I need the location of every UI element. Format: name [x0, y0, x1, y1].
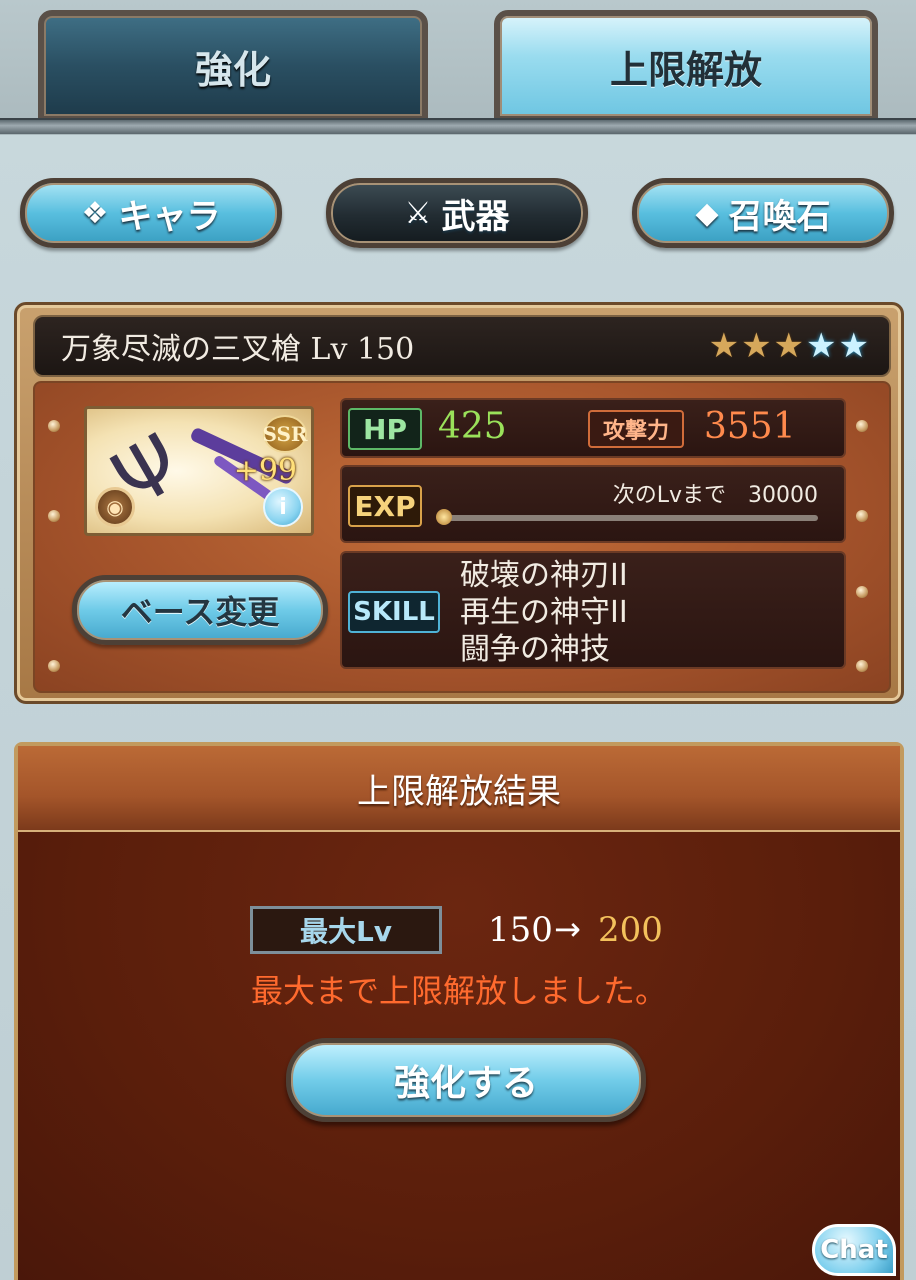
star-icon: ★	[741, 326, 772, 366]
crystal-icon: ◆	[695, 195, 719, 231]
result-panel: 上限解放結果 最大Lv 150 → 200 最大まで上限解放しました。 強化する…	[14, 742, 904, 1280]
enhance-button[interactable]: 強化する	[286, 1038, 646, 1122]
category-summon-button[interactable]: ◆ 召喚石	[632, 178, 894, 248]
weapon-name: 万象尽滅の三叉槍 Lv 150	[61, 332, 415, 367]
crossed-swords-icon: ⚔	[404, 195, 432, 231]
star-icon: ★	[838, 326, 869, 366]
lv-from: 150	[488, 910, 553, 950]
skill-name[interactable]: 再生の神守II	[460, 594, 628, 631]
plus-bonus: +99	[233, 453, 297, 488]
tab-enhance[interactable]: 強化	[38, 10, 428, 122]
category-chara-button[interactable]: ❖ キャラ	[20, 178, 282, 248]
lv-to: 200	[598, 910, 663, 950]
exp-bar-marker	[436, 509, 452, 525]
exp-row: EXP 次のLvまで 30000	[340, 465, 846, 543]
exp-tag: EXP	[348, 485, 422, 527]
hp-tag: HP	[348, 408, 422, 450]
atk-value: 3551	[704, 406, 796, 447]
rivet-decoration	[48, 660, 60, 672]
rivet-decoration	[856, 510, 868, 522]
atk-tag: 攻撃力	[588, 410, 684, 448]
chat-button[interactable]: Chat	[812, 1224, 896, 1276]
element-icon: ◉	[95, 487, 135, 527]
result-message: 最大まで上限解放しました。	[250, 972, 667, 1010]
next-lv-text: 次のLvまで 30000	[612, 483, 818, 508]
tab-bar-divider	[0, 118, 916, 134]
arrow-icon: →	[554, 910, 581, 948]
ssr-badge: SSR	[262, 415, 308, 453]
star-icon: ★	[806, 326, 837, 366]
skill-name[interactable]: 闘争の神技	[460, 631, 628, 668]
rivet-decoration	[856, 586, 868, 598]
category-weapon-label: 武器	[441, 196, 510, 237]
skill-tag: SKILL	[348, 591, 440, 633]
weapon-thumbnail[interactable]: Ψ SSR +99 ◉ i	[84, 406, 314, 536]
rivet-decoration	[856, 660, 868, 672]
star-icon: ★	[708, 326, 740, 366]
star-icon: ★	[773, 326, 805, 366]
result-title: 上限解放結果	[357, 771, 561, 812]
category-chara-label: キャラ	[118, 196, 221, 237]
hp-value: 425	[438, 406, 507, 447]
skill-list: 破壊の神刃II 再生の神守II 闘争の神技	[460, 557, 628, 668]
skill-row: SKILL 破壊の神刃II 再生の神守II 闘争の神技	[340, 551, 846, 669]
rivet-decoration	[48, 420, 60, 432]
result-header: 上限解放結果	[18, 746, 900, 832]
hp-atk-row: HP 425 攻撃力 3551	[340, 398, 846, 458]
category-summon-label: 召喚石	[728, 196, 831, 237]
weapon-name-bar: 万象尽滅の三叉槍 Lv 150 ★ ★ ★ ★ ★	[33, 315, 891, 377]
rivet-decoration	[48, 510, 60, 522]
info-icon[interactable]: i	[263, 487, 303, 527]
exp-bar	[440, 515, 818, 521]
max-lv-tag: 最大Lv	[250, 906, 442, 954]
base-change-button[interactable]: ベース変更	[72, 575, 328, 645]
wings-icon: ❖	[81, 195, 109, 231]
rivet-decoration	[856, 420, 868, 432]
uncap-stars: ★ ★ ★ ★ ★	[709, 329, 869, 363]
tab-limit-break[interactable]: 上限解放	[494, 10, 878, 122]
category-weapon-button[interactable]: ⚔ 武器	[326, 178, 588, 248]
skill-name[interactable]: 破壊の神刃II	[460, 557, 628, 594]
